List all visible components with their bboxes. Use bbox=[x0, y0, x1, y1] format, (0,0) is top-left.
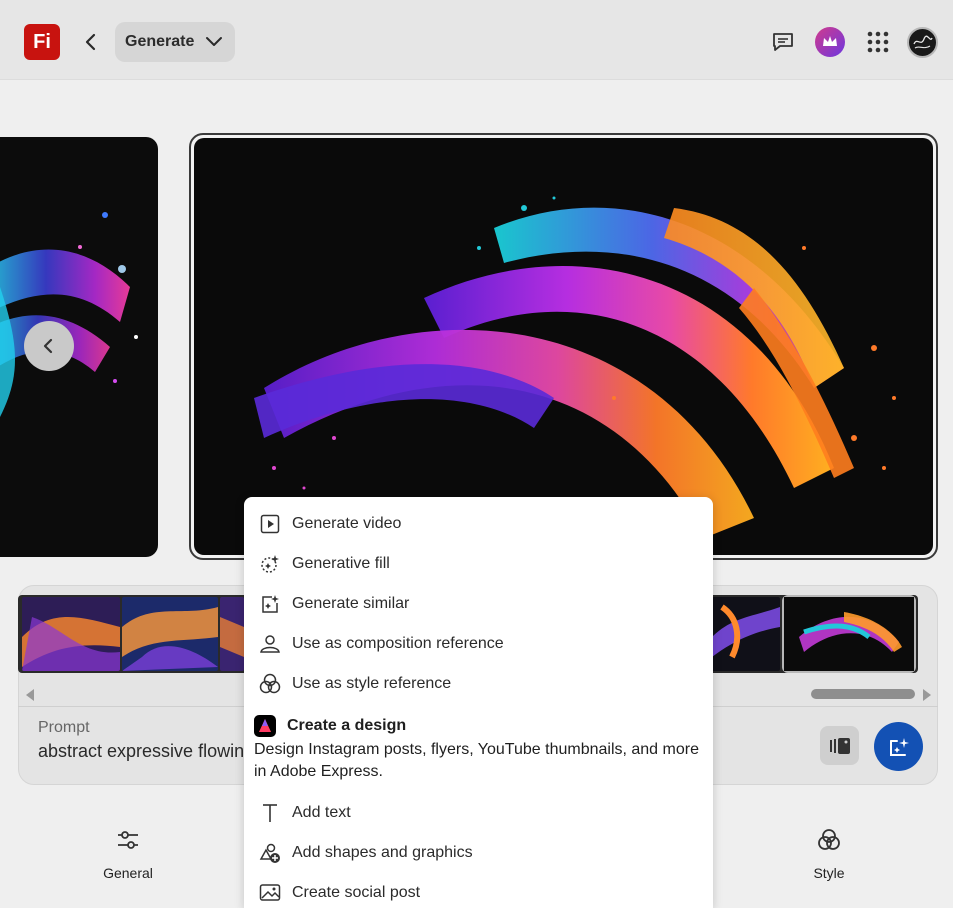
chevron-down-icon bbox=[206, 37, 222, 46]
apps-grid-icon[interactable] bbox=[866, 30, 890, 54]
prompt-label: Prompt bbox=[38, 719, 90, 736]
scroll-right-arrow-icon[interactable] bbox=[921, 688, 933, 702]
image-icon bbox=[258, 881, 282, 905]
thumbnail-3[interactable] bbox=[220, 597, 244, 671]
menu-item-label: Generative fill bbox=[292, 555, 390, 572]
menu-item-label: Create social post bbox=[292, 884, 421, 901]
reference-image-icon bbox=[829, 737, 850, 754]
sliders-icon bbox=[118, 831, 138, 849]
shapes-icon bbox=[258, 841, 282, 865]
menu-item-label: Use as style reference bbox=[292, 675, 452, 692]
menu-item-composition-reference[interactable]: Use as composition reference bbox=[258, 630, 504, 658]
prompt-input[interactable]: abstract expressive flowin bbox=[38, 741, 244, 762]
menu-item-label: Add text bbox=[292, 804, 351, 821]
thumbnail-1[interactable] bbox=[22, 597, 120, 671]
firefly-logo[interactable]: Fi bbox=[24, 24, 60, 60]
menu-item-generate-video[interactable]: Generate video bbox=[258, 510, 401, 538]
mode-dropdown[interactable]: Generate bbox=[115, 22, 235, 62]
thumbnail-2[interactable] bbox=[122, 597, 218, 671]
style-icon bbox=[258, 672, 282, 696]
menu-item-generate-similar[interactable]: Generate similar bbox=[258, 590, 409, 618]
selected-image-card[interactable] bbox=[189, 133, 938, 560]
menu-item-label: Add shapes and graphics bbox=[292, 844, 473, 861]
menu-item-label: Generate similar bbox=[292, 595, 410, 612]
previous-image-button[interactable] bbox=[24, 321, 74, 371]
generate-sparkle-icon bbox=[889, 737, 909, 756]
menu-item-label: Generate video bbox=[292, 515, 402, 532]
generative-fill-icon bbox=[258, 552, 282, 576]
avatar-signature-icon bbox=[913, 35, 933, 49]
menu-item-add-text[interactable]: Add text bbox=[258, 799, 351, 827]
generated-image bbox=[254, 196, 896, 538]
menu-item-generative-fill[interactable]: Generative fill bbox=[258, 550, 390, 578]
feedback-icon[interactable] bbox=[771, 30, 795, 54]
image-context-menu: Generate video Generative fill Generate … bbox=[244, 497, 713, 908]
menu-item-style-reference[interactable]: Use as style reference bbox=[258, 670, 451, 698]
reference-image-button[interactable] bbox=[820, 726, 859, 765]
composition-icon bbox=[258, 632, 282, 656]
general-tool[interactable]: General bbox=[98, 828, 158, 881]
create-design-heading: Create a design bbox=[254, 715, 406, 737]
menu-item-create-social-post[interactable]: Create social post bbox=[258, 879, 420, 907]
play-icon bbox=[258, 512, 282, 536]
chevron-left-icon bbox=[85, 33, 96, 51]
style-icon bbox=[818, 829, 840, 850]
menu-item-add-shapes[interactable]: Add shapes and graphics bbox=[258, 839, 473, 867]
generate-similar-icon bbox=[258, 592, 282, 616]
scroll-left-arrow-icon[interactable] bbox=[24, 688, 36, 702]
thumbnail-8 bbox=[784, 597, 914, 671]
adobe-express-icon bbox=[254, 715, 276, 737]
general-tool-label: General bbox=[103, 865, 153, 881]
crown-icon bbox=[823, 36, 837, 46]
create-design-title: Create a design bbox=[287, 717, 407, 734]
thumbnail-7[interactable] bbox=[712, 597, 780, 671]
generate-button[interactable] bbox=[874, 722, 923, 771]
mode-dropdown-label: Generate bbox=[125, 33, 195, 50]
style-tool-label: Style bbox=[813, 865, 845, 881]
create-design-description: Design Instagram posts, flyers, YouTube … bbox=[254, 741, 699, 780]
chevron-left-icon bbox=[43, 338, 53, 354]
thumbnail-selected[interactable] bbox=[782, 595, 916, 673]
text-icon bbox=[258, 801, 282, 825]
thumbnail-scrollbar[interactable] bbox=[811, 689, 915, 699]
style-tool[interactable]: Style bbox=[799, 828, 859, 881]
menu-item-label: Use as composition reference bbox=[292, 635, 504, 652]
user-avatar[interactable] bbox=[907, 27, 938, 58]
premium-crown-button[interactable] bbox=[815, 27, 845, 57]
back-button[interactable] bbox=[78, 28, 104, 56]
